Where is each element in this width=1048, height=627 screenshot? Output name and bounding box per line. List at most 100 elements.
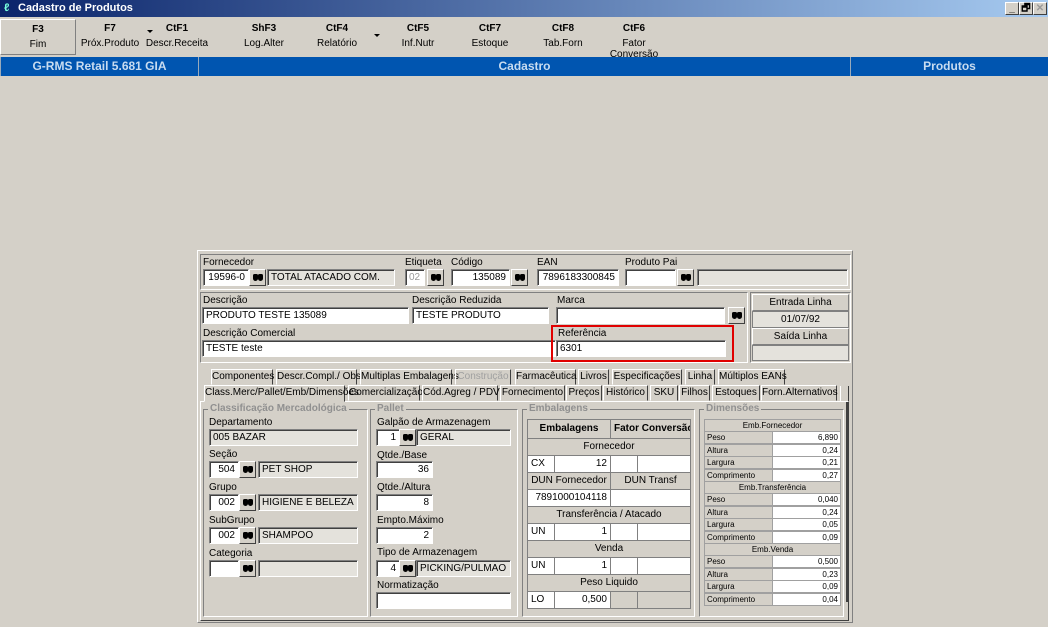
tipo-armazenagem-search-binoculars-icon[interactable] <box>399 560 416 577</box>
toolbar-button-ctf5[interactable]: CtF5 Inf.Nutr <box>380 19 456 55</box>
peso-extra[interactable] <box>637 591 691 609</box>
subgrupo-search-binoculars-icon[interactable] <box>239 527 256 544</box>
tab-row1[interactable]: Linha <box>685 369 715 385</box>
tab-row1[interactable]: Componentes <box>211 369 274 385</box>
saida-linha-value <box>752 345 849 361</box>
codigo-search-binoculars-icon[interactable] <box>511 269 528 286</box>
scrollbar[interactable] <box>846 402 848 602</box>
produto-pai-search-binoculars-icon[interactable] <box>677 269 694 286</box>
dimension-value-input[interactable]: 0,500 <box>772 555 841 569</box>
toolbar-button-f7[interactable]: F7 Próx.Produto <box>76 19 144 55</box>
grupo-search-binoculars-icon[interactable] <box>239 494 256 511</box>
categoria-code-input[interactable] <box>209 560 239 577</box>
tab-row1[interactable]: Multiplas Embalagens <box>360 369 459 385</box>
dimension-value-input[interactable]: 0,09 <box>772 530 841 544</box>
emb-col-header: Embalagens <box>527 419 611 439</box>
categoria-search-binoculars-icon[interactable] <box>239 560 256 577</box>
peso-factor[interactable] <box>610 591 638 609</box>
marca-search-binoculars-icon[interactable] <box>728 307 745 324</box>
etiqueta-search-binoculars-icon[interactable] <box>427 269 444 286</box>
toolbar-button-ctf1[interactable]: CtF1 Descr.Receita <box>144 19 210 55</box>
tipo-armazenagem-code-input[interactable]: 4 <box>376 560 400 577</box>
peso-qty[interactable]: 0,500 <box>554 591 611 609</box>
qtde-base-input[interactable]: 36 <box>376 461 433 478</box>
normatizacao-input[interactable] <box>376 592 511 609</box>
dimension-value-input[interactable]: 0,04 <box>772 592 841 606</box>
tab-row2[interactable]: Histórico <box>603 385 648 401</box>
tab-row1[interactable]: Múltiplos EANs <box>718 369 787 385</box>
minimize-button[interactable]: _ <box>1005 2 1019 15</box>
empto-maximo-input[interactable]: 2 <box>376 527 433 544</box>
tab-row1[interactable]: Construção <box>455 369 511 385</box>
toolbar-button-ctf7[interactable]: CtF7 Estoque <box>452 19 528 55</box>
fornecedor-name-field: TOTAL ATACADO COM. <box>267 269 395 286</box>
tab-row2[interactable]: SKU <box>650 385 678 401</box>
fornecedor-unit[interactable]: CX <box>527 455 555 473</box>
toolbar-button-ctf4[interactable]: CtF4 Relatório <box>300 19 374 55</box>
toolbar-button-ctf6[interactable]: CtF6 Fator Conversão <box>598 19 670 60</box>
fornecedor-code-input[interactable]: 19596-0 <box>203 269 249 286</box>
peso-unit[interactable]: LO <box>527 591 555 609</box>
shortcut-key: CtF7 <box>478 23 502 34</box>
venda-unit[interactable]: UN <box>527 557 555 575</box>
fornecedor-search-binoculars-icon[interactable] <box>249 269 266 286</box>
tab-row2[interactable]: Estoques <box>712 385 760 401</box>
tab-scroll[interactable] <box>840 386 849 401</box>
dimension-value-input[interactable]: 0,24 <box>772 443 841 457</box>
galpao-code-input[interactable]: 1 <box>376 429 400 446</box>
dun-fornecedor-input[interactable]: 7891000104118 <box>527 489 611 507</box>
venda-factor[interactable] <box>610 557 638 575</box>
galpao-search-binoculars-icon[interactable] <box>399 429 416 446</box>
fornecedor-qty[interactable]: 12 <box>554 455 611 473</box>
close-button[interactable]: ✕ <box>1033 2 1047 15</box>
venda-qty[interactable]: 1 <box>554 557 611 575</box>
tab-row2[interactable]: Preços <box>566 385 602 401</box>
transferencia-extra[interactable] <box>637 523 691 541</box>
tab-row1[interactable]: Livros <box>578 369 609 385</box>
dimension-value-input[interactable]: 0,23 <box>772 567 841 581</box>
relatorio-dropdown-arrow-icon[interactable] <box>374 34 380 40</box>
dimension-value-input[interactable]: 0,24 <box>772 505 841 519</box>
transferencia-qty[interactable]: 1 <box>554 523 611 541</box>
ean-input[interactable]: 7896183300845 <box>537 269 619 286</box>
tab-row2[interactable]: Fornecimento <box>500 385 565 401</box>
produto-pai-input[interactable] <box>625 269 676 286</box>
tab-active[interactable]: Class.Merc/Pallet/Emb/Dimensões <box>204 385 359 402</box>
fornecedor-extra[interactable] <box>637 455 691 473</box>
dimension-value-input[interactable]: 0,05 <box>772 518 841 532</box>
toolbar-button-f3[interactable]: F3 Fim <box>0 19 76 55</box>
grupo-code-input[interactable]: 002 <box>209 494 239 511</box>
tab-row2[interactable]: Cód.Agreg / PDV <box>422 385 500 401</box>
proximo-dropdown-arrow-icon[interactable] <box>147 30 153 36</box>
peso-liquido-section: Peso Liquido <box>527 574 691 592</box>
secao-code-input[interactable]: 504 <box>209 461 239 478</box>
toolbar-button-ctf8[interactable]: CtF8 Tab.Forn <box>526 19 600 55</box>
codigo-input[interactable]: 135089 <box>451 269 510 286</box>
qtde-altura-input[interactable]: 8 <box>376 494 433 511</box>
dimension-value-input[interactable]: 0,21 <box>772 456 841 470</box>
descricao-input[interactable]: PRODUTO TESTE 135089 <box>202 307 409 324</box>
dimension-value-input[interactable]: 6,890 <box>772 431 841 445</box>
descricao-comercial-input[interactable]: TESTE teste <box>202 340 556 357</box>
transferencia-unit[interactable]: UN <box>527 523 555 541</box>
transferencia-factor[interactable] <box>610 523 638 541</box>
fornecedor-factor[interactable] <box>610 455 638 473</box>
tab-row2[interactable]: Filhos <box>679 385 710 401</box>
saida-linha-label: Saída Linha <box>752 328 849 345</box>
subgrupo-code-input[interactable]: 002 <box>209 527 239 544</box>
dimension-label: Peso <box>704 431 773 445</box>
marca-input[interactable] <box>556 307 725 324</box>
descricao-reduzida-input[interactable]: TESTE PRODUTO <box>412 307 549 324</box>
dun-transf-input[interactable] <box>610 489 691 507</box>
tab-row1[interactable]: Especificações <box>612 369 682 385</box>
dimension-value-input[interactable]: 0,27 <box>772 468 841 482</box>
tab-row1[interactable]: Descr.Compl./ Obs <box>276 369 361 385</box>
restore-button[interactable]: 🗗 <box>1019 2 1033 15</box>
secao-search-binoculars-icon[interactable] <box>239 461 256 478</box>
etiqueta-input[interactable]: 02 <box>405 269 425 286</box>
dimension-value-input[interactable]: 0,09 <box>772 580 841 594</box>
venda-extra[interactable] <box>637 557 691 575</box>
dimension-value-input[interactable]: 0,040 <box>772 493 841 507</box>
tab-row1[interactable]: Farmacêutica <box>515 369 577 385</box>
tab-row2[interactable]: Forn.Alternativos <box>761 385 838 401</box>
